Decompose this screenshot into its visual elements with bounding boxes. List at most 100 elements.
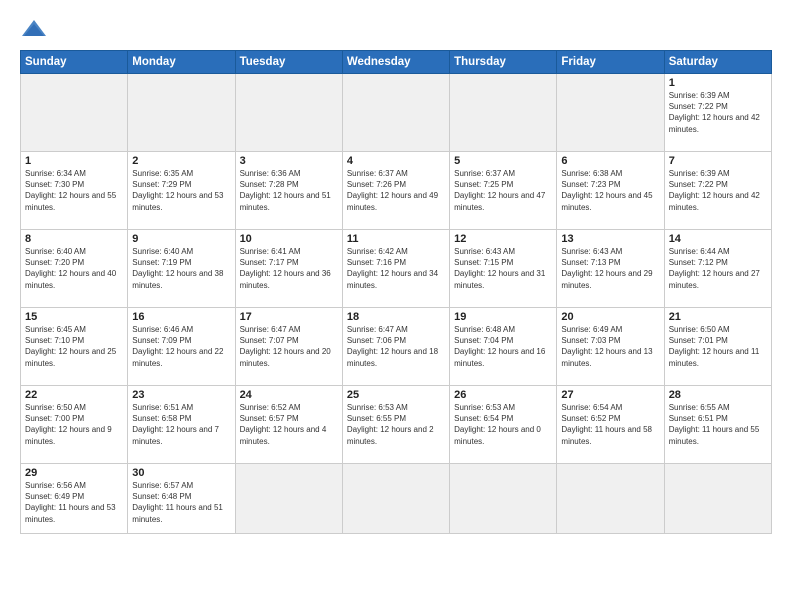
calendar-header-monday: Monday — [128, 51, 235, 74]
calendar-cell: 10Sunrise: 6:41 AMSunset: 7:17 PMDayligh… — [235, 230, 342, 308]
calendar-cell: 3Sunrise: 6:36 AMSunset: 7:28 PMDaylight… — [235, 152, 342, 230]
day-number: 21 — [669, 311, 767, 323]
day-info: Sunrise: 6:36 AMSunset: 7:28 PMDaylight:… — [240, 168, 338, 213]
day-info: Sunrise: 6:39 AMSunset: 7:22 PMDaylight:… — [669, 168, 767, 213]
calendar-cell: 16Sunrise: 6:46 AMSunset: 7:09 PMDayligh… — [128, 308, 235, 386]
day-number: 7 — [669, 155, 767, 167]
day-info: Sunrise: 6:34 AMSunset: 7:30 PMDaylight:… — [25, 168, 123, 213]
day-number: 5 — [454, 155, 552, 167]
day-info: Sunrise: 6:39 AMSunset: 7:22 PMDaylight:… — [669, 90, 767, 135]
calendar-cell: 14Sunrise: 6:44 AMSunset: 7:12 PMDayligh… — [664, 230, 771, 308]
calendar-header-sunday: Sunday — [21, 51, 128, 74]
day-info: Sunrise: 6:45 AMSunset: 7:10 PMDaylight:… — [25, 324, 123, 369]
day-info: Sunrise: 6:52 AMSunset: 6:57 PMDaylight:… — [240, 402, 338, 447]
day-number: 3 — [240, 155, 338, 167]
calendar-cell — [342, 464, 449, 534]
calendar: SundayMondayTuesdayWednesdayThursdayFrid… — [20, 50, 772, 534]
day-number: 2 — [132, 155, 230, 167]
day-info: Sunrise: 6:49 AMSunset: 7:03 PMDaylight:… — [561, 324, 659, 369]
day-info: Sunrise: 6:37 AMSunset: 7:25 PMDaylight:… — [454, 168, 552, 213]
calendar-cell — [450, 464, 557, 534]
calendar-week-row: 1Sunrise: 6:34 AMSunset: 7:30 PMDaylight… — [21, 152, 772, 230]
day-number: 6 — [561, 155, 659, 167]
day-info: Sunrise: 6:53 AMSunset: 6:55 PMDaylight:… — [347, 402, 445, 447]
calendar-cell: 26Sunrise: 6:53 AMSunset: 6:54 PMDayligh… — [450, 386, 557, 464]
calendar-cell: 15Sunrise: 6:45 AMSunset: 7:10 PMDayligh… — [21, 308, 128, 386]
calendar-cell: 28Sunrise: 6:55 AMSunset: 6:51 PMDayligh… — [664, 386, 771, 464]
day-number: 25 — [347, 389, 445, 401]
page: SundayMondayTuesdayWednesdayThursdayFrid… — [0, 0, 792, 612]
day-number: 1 — [25, 155, 123, 167]
calendar-cell — [557, 74, 664, 152]
day-info: Sunrise: 6:41 AMSunset: 7:17 PMDaylight:… — [240, 246, 338, 291]
calendar-header-saturday: Saturday — [664, 51, 771, 74]
day-info: Sunrise: 6:54 AMSunset: 6:52 PMDaylight:… — [561, 402, 659, 447]
day-info: Sunrise: 6:47 AMSunset: 7:07 PMDaylight:… — [240, 324, 338, 369]
calendar-cell: 4Sunrise: 6:37 AMSunset: 7:26 PMDaylight… — [342, 152, 449, 230]
calendar-cell: 27Sunrise: 6:54 AMSunset: 6:52 PMDayligh… — [557, 386, 664, 464]
calendar-cell: 30Sunrise: 6:57 AMSunset: 6:48 PMDayligh… — [128, 464, 235, 534]
day-number: 30 — [132, 467, 230, 479]
day-number: 13 — [561, 233, 659, 245]
logo-icon — [20, 18, 48, 40]
calendar-cell: 17Sunrise: 6:47 AMSunset: 7:07 PMDayligh… — [235, 308, 342, 386]
day-number: 12 — [454, 233, 552, 245]
calendar-cell: 18Sunrise: 6:47 AMSunset: 7:06 PMDayligh… — [342, 308, 449, 386]
calendar-cell: 5Sunrise: 6:37 AMSunset: 7:25 PMDaylight… — [450, 152, 557, 230]
calendar-cell: 24Sunrise: 6:52 AMSunset: 6:57 PMDayligh… — [235, 386, 342, 464]
calendar-cell: 22Sunrise: 6:50 AMSunset: 7:00 PMDayligh… — [21, 386, 128, 464]
day-info: Sunrise: 6:44 AMSunset: 7:12 PMDaylight:… — [669, 246, 767, 291]
day-number: 20 — [561, 311, 659, 323]
calendar-week-row: 1Sunrise: 6:39 AMSunset: 7:22 PMDaylight… — [21, 74, 772, 152]
calendar-cell: 25Sunrise: 6:53 AMSunset: 6:55 PMDayligh… — [342, 386, 449, 464]
calendar-cell: 19Sunrise: 6:48 AMSunset: 7:04 PMDayligh… — [450, 308, 557, 386]
calendar-cell: 21Sunrise: 6:50 AMSunset: 7:01 PMDayligh… — [664, 308, 771, 386]
calendar-week-row: 29Sunrise: 6:56 AMSunset: 6:49 PMDayligh… — [21, 464, 772, 534]
calendar-cell: 13Sunrise: 6:43 AMSunset: 7:13 PMDayligh… — [557, 230, 664, 308]
day-info: Sunrise: 6:57 AMSunset: 6:48 PMDaylight:… — [132, 480, 230, 525]
day-number: 28 — [669, 389, 767, 401]
calendar-week-row: 8Sunrise: 6:40 AMSunset: 7:20 PMDaylight… — [21, 230, 772, 308]
calendar-cell: 1Sunrise: 6:34 AMSunset: 7:30 PMDaylight… — [21, 152, 128, 230]
calendar-cell — [21, 74, 128, 152]
header — [20, 18, 772, 40]
day-number: 18 — [347, 311, 445, 323]
day-info: Sunrise: 6:50 AMSunset: 7:00 PMDaylight:… — [25, 402, 123, 447]
day-number: 16 — [132, 311, 230, 323]
calendar-cell — [557, 464, 664, 534]
calendar-cell — [235, 74, 342, 152]
calendar-cell: 9Sunrise: 6:40 AMSunset: 7:19 PMDaylight… — [128, 230, 235, 308]
logo — [20, 18, 52, 40]
day-info: Sunrise: 6:43 AMSunset: 7:15 PMDaylight:… — [454, 246, 552, 291]
day-number: 9 — [132, 233, 230, 245]
calendar-week-row: 22Sunrise: 6:50 AMSunset: 7:00 PMDayligh… — [21, 386, 772, 464]
calendar-cell: 8Sunrise: 6:40 AMSunset: 7:20 PMDaylight… — [21, 230, 128, 308]
day-info: Sunrise: 6:37 AMSunset: 7:26 PMDaylight:… — [347, 168, 445, 213]
day-info: Sunrise: 6:46 AMSunset: 7:09 PMDaylight:… — [132, 324, 230, 369]
day-info: Sunrise: 6:38 AMSunset: 7:23 PMDaylight:… — [561, 168, 659, 213]
day-info: Sunrise: 6:43 AMSunset: 7:13 PMDaylight:… — [561, 246, 659, 291]
calendar-cell: 20Sunrise: 6:49 AMSunset: 7:03 PMDayligh… — [557, 308, 664, 386]
day-info: Sunrise: 6:40 AMSunset: 7:19 PMDaylight:… — [132, 246, 230, 291]
calendar-cell: 7Sunrise: 6:39 AMSunset: 7:22 PMDaylight… — [664, 152, 771, 230]
day-info: Sunrise: 6:55 AMSunset: 6:51 PMDaylight:… — [669, 402, 767, 447]
day-number: 19 — [454, 311, 552, 323]
day-info: Sunrise: 6:47 AMSunset: 7:06 PMDaylight:… — [347, 324, 445, 369]
day-number: 10 — [240, 233, 338, 245]
day-number: 17 — [240, 311, 338, 323]
day-number: 24 — [240, 389, 338, 401]
calendar-cell — [450, 74, 557, 152]
calendar-cell: 2Sunrise: 6:35 AMSunset: 7:29 PMDaylight… — [128, 152, 235, 230]
calendar-cell: 29Sunrise: 6:56 AMSunset: 6:49 PMDayligh… — [21, 464, 128, 534]
day-info: Sunrise: 6:51 AMSunset: 6:58 PMDaylight:… — [132, 402, 230, 447]
calendar-header-thursday: Thursday — [450, 51, 557, 74]
day-info: Sunrise: 6:56 AMSunset: 6:49 PMDaylight:… — [25, 480, 123, 525]
day-number: 26 — [454, 389, 552, 401]
day-number: 22 — [25, 389, 123, 401]
day-info: Sunrise: 6:42 AMSunset: 7:16 PMDaylight:… — [347, 246, 445, 291]
calendar-header-tuesday: Tuesday — [235, 51, 342, 74]
day-number: 14 — [669, 233, 767, 245]
day-number: 15 — [25, 311, 123, 323]
day-number: 29 — [25, 467, 123, 479]
day-number: 8 — [25, 233, 123, 245]
